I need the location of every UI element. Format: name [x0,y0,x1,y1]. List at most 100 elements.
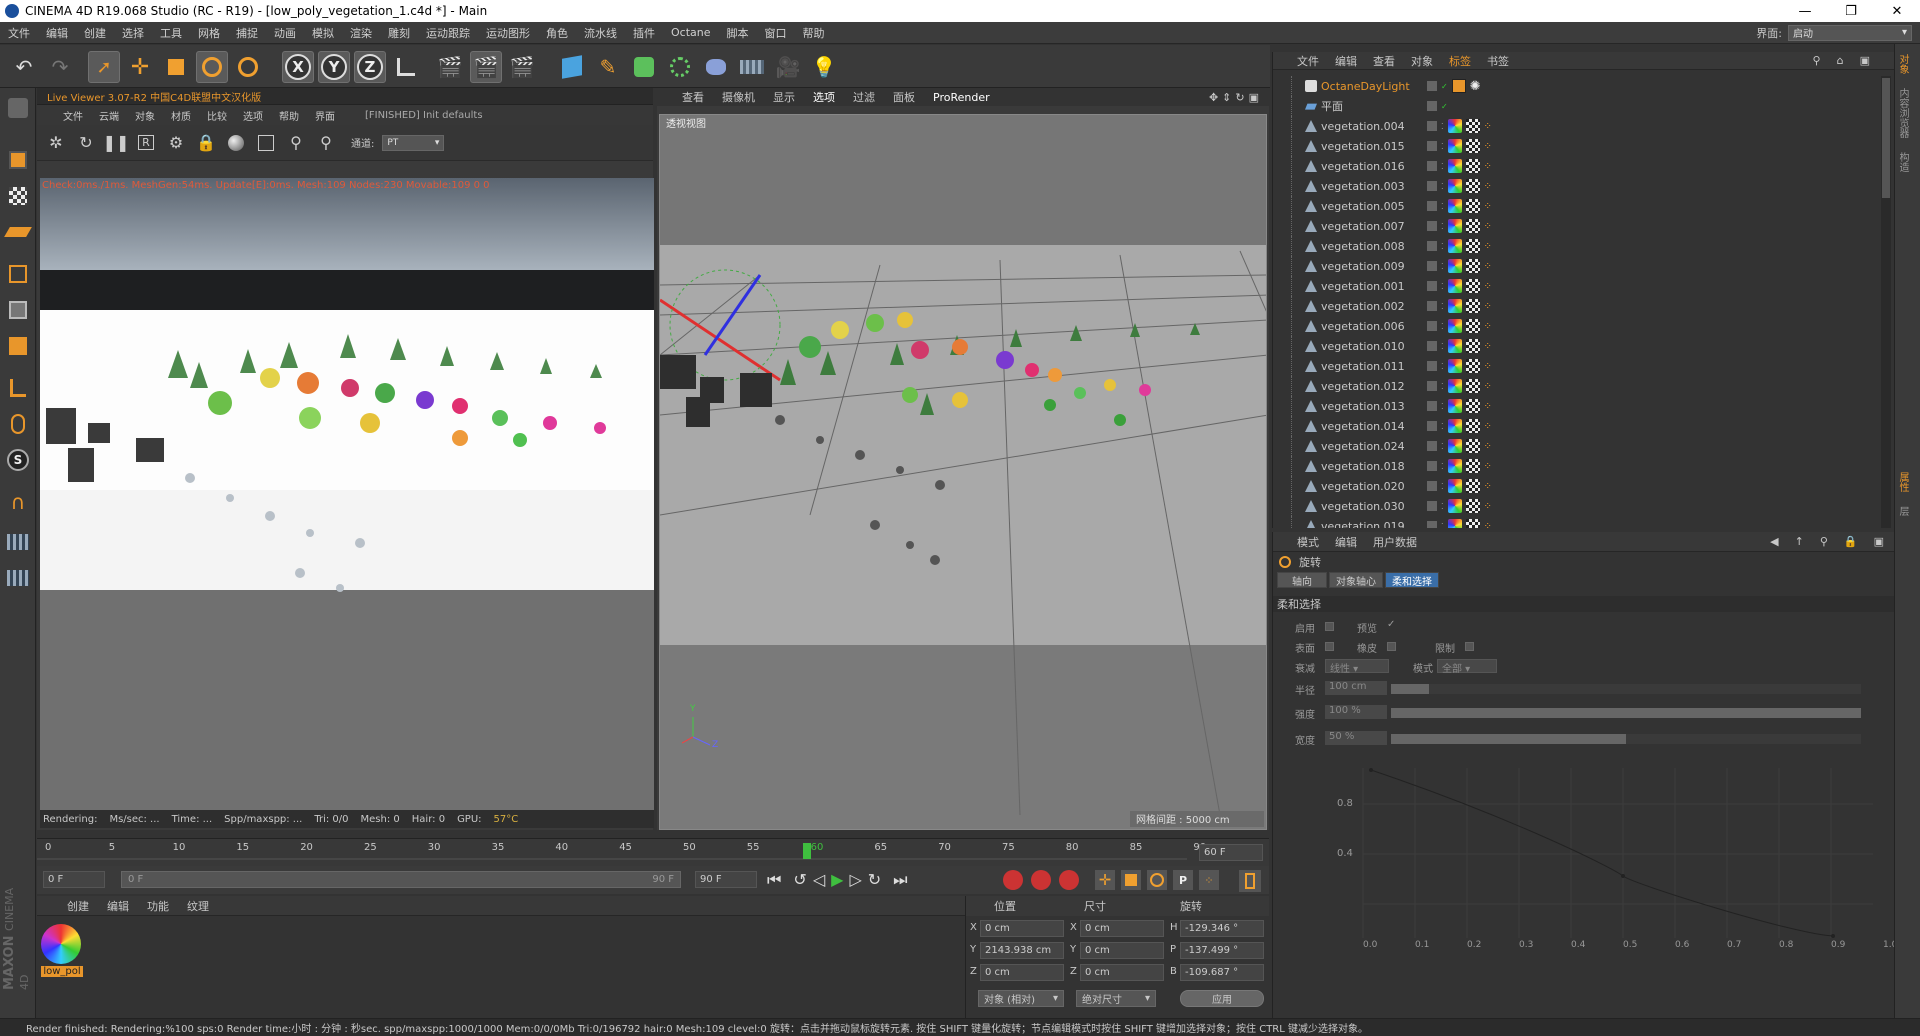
visibility-dots-icon[interactable]: ⁚ [1441,202,1444,211]
material-tag-icon[interactable] [1447,139,1462,153]
am-new-icon[interactable]: ▣ [1874,535,1894,548]
enable-checkbox[interactable] [1325,622,1334,631]
coord-system-button[interactable] [390,51,422,83]
vp-menu-prorender[interactable]: ProRender [933,91,990,104]
mat-menu-texture[interactable]: 纹理 [187,898,209,914]
texture-tag-icon[interactable] [1465,519,1480,528]
layer-square-icon[interactable] [1427,121,1437,131]
menu-mesh[interactable]: 网格 [190,25,228,41]
strip-tab-structure[interactable]: 构造 [1895,152,1910,172]
layer-square-icon[interactable] [1427,161,1437,171]
phong-tag-icon[interactable]: ⁘ [1484,381,1492,392]
phong-tag-icon[interactable]: ⁘ [1484,341,1492,352]
strip-tab-layers[interactable]: 层 [1895,506,1910,516]
material-tag-icon[interactable] [1447,299,1462,313]
viewport-nav-icons[interactable]: ✥⇕↻▣ [1209,91,1269,104]
x-axis-button[interactable]: X [282,51,314,83]
menu-snap[interactable]: 捕捉 [228,25,266,41]
menu-edit[interactable]: 编辑 [38,25,76,41]
start-frame-field[interactable]: 0 F [43,871,105,888]
material-tag-icon[interactable] [1447,479,1462,493]
material-tag-icon[interactable] [1447,219,1462,233]
play-button[interactable]: ▶ [831,870,843,890]
y-axis-button[interactable]: Y [318,51,350,83]
texture-tag-icon[interactable] [1465,319,1480,333]
menu-tools[interactable]: 工具 [152,25,190,41]
prev-frame-button[interactable]: ◁ [813,870,825,890]
texture-mode-button[interactable] [4,182,32,210]
object-row[interactable]: vegetation.018 ⁚ ⁘ [1273,456,1879,476]
om-menu-edit[interactable]: 编辑 [1335,53,1357,69]
tab-axis[interactable]: 轴向 [1277,572,1327,588]
texture-tag-icon[interactable] [1465,299,1480,313]
current-frame-field[interactable]: 60 F [1199,844,1263,861]
object-row[interactable]: vegetation.014 ⁚ ⁘ [1273,416,1879,436]
material-tag-icon[interactable] [1447,359,1462,373]
layer-square-icon[interactable] [1427,241,1437,251]
material-tag-icon[interactable] [1447,379,1462,393]
strength-slider[interactable] [1391,708,1861,718]
phong-tag-icon[interactable]: ⁘ [1484,161,1492,172]
pick-focus-button[interactable]: ⚲ [285,132,307,154]
om-search-icon[interactable]: ⚲ [1813,54,1821,67]
phong-tag-icon[interactable]: ⁘ [1484,301,1492,312]
layer-square-icon[interactable] [1427,521,1437,528]
am-search-icon[interactable]: ⚲ [1820,535,1828,548]
subdivision-button[interactable] [628,51,660,83]
visibility-dots-icon[interactable]: ⁚ [1441,382,1444,391]
texture-tag-icon[interactable] [1465,199,1480,213]
layer-square-icon[interactable] [1427,461,1437,471]
apply-button[interactable]: 应用 [1180,990,1264,1007]
object-row[interactable]: vegetation.020 ⁚ ⁘ [1273,476,1879,496]
key-rotation-button[interactable] [1147,870,1167,890]
restart-render-button[interactable]: ↻ [75,132,97,154]
mat-menu-edit[interactable]: 编辑 [107,898,129,914]
coord-rotation-field[interactable]: -137.499 ° [1180,942,1264,959]
polygons-mode-button[interactable] [4,332,32,360]
object-row[interactable]: vegetation.016 ⁚ ⁘ [1273,156,1879,176]
texture-tag-icon[interactable] [1465,159,1480,173]
vp-menu-panel[interactable]: 面板 [893,89,915,105]
material-tag-icon[interactable] [1447,119,1462,133]
end-frame-field[interactable]: 90 F [695,871,757,888]
material-tag-icon[interactable] [1447,319,1462,333]
menu-create[interactable]: 创建 [76,25,114,41]
visibility-dots-icon[interactable]: ⁚ [1441,122,1444,131]
texture-tag-icon[interactable] [1465,399,1480,413]
phong-tag-icon[interactable]: ⁘ [1484,121,1492,132]
visibility-dots-icon[interactable]: ⁚ [1441,422,1444,431]
om-menu-tags[interactable]: 标签 [1449,53,1471,69]
object-row[interactable]: vegetation.012 ⁚ ⁘ [1273,376,1879,396]
recent-tool-button[interactable] [232,51,264,83]
planar-workplane-button[interactable] [4,564,32,592]
visibility-dots-icon[interactable]: ⁚ [1441,342,1444,351]
material-tag-icon[interactable] [1447,419,1462,433]
texture-tag-icon[interactable] [1465,179,1480,193]
menu-pipeline[interactable]: 流水线 [576,25,625,41]
phong-tag-icon[interactable]: ⁘ [1484,321,1492,332]
object-row[interactable]: vegetation.005 ⁚ ⁘ [1273,196,1879,216]
object-row[interactable]: vegetation.010 ⁚ ⁘ [1273,336,1879,356]
live-viewer-render[interactable]: Check:0ms./1ms. MeshGen:54ms. Update[E]:… [40,178,654,810]
lv-menu-compare[interactable]: 比较 [207,108,227,123]
size-mode-select[interactable]: 绝对尺寸 ▾ [1076,990,1156,1007]
layer-square-icon[interactable] [1427,81,1437,91]
visibility-dots-icon[interactable]: ⁚ [1441,222,1444,231]
visibility-dots-icon[interactable]: ⁚ [1441,442,1444,451]
interface-select[interactable]: 启动 ▾ [1788,24,1912,41]
object-row[interactable]: 平面 ✓ [1273,96,1879,116]
texture-tag-icon[interactable] [1465,139,1480,153]
texture-tag-icon[interactable] [1465,339,1480,353]
rotate-tool-button[interactable] [196,51,228,83]
menu-file[interactable]: 文件 [0,25,38,41]
visibility-dots-icon[interactable]: ⁚ [1441,262,1444,271]
layer-square-icon[interactable] [1427,221,1437,231]
layer-square-icon[interactable] [1427,141,1437,151]
phong-tag-icon[interactable]: ⁘ [1484,281,1492,292]
coord-position-field[interactable]: 0 cm [980,964,1064,981]
om-scrollbar[interactable] [1881,76,1891,528]
pen-spline-button[interactable]: ✎ [592,51,624,83]
model-mode-button[interactable] [4,146,32,174]
points-mode-button[interactable] [4,260,32,288]
layer-square-icon[interactable] [1427,261,1437,271]
